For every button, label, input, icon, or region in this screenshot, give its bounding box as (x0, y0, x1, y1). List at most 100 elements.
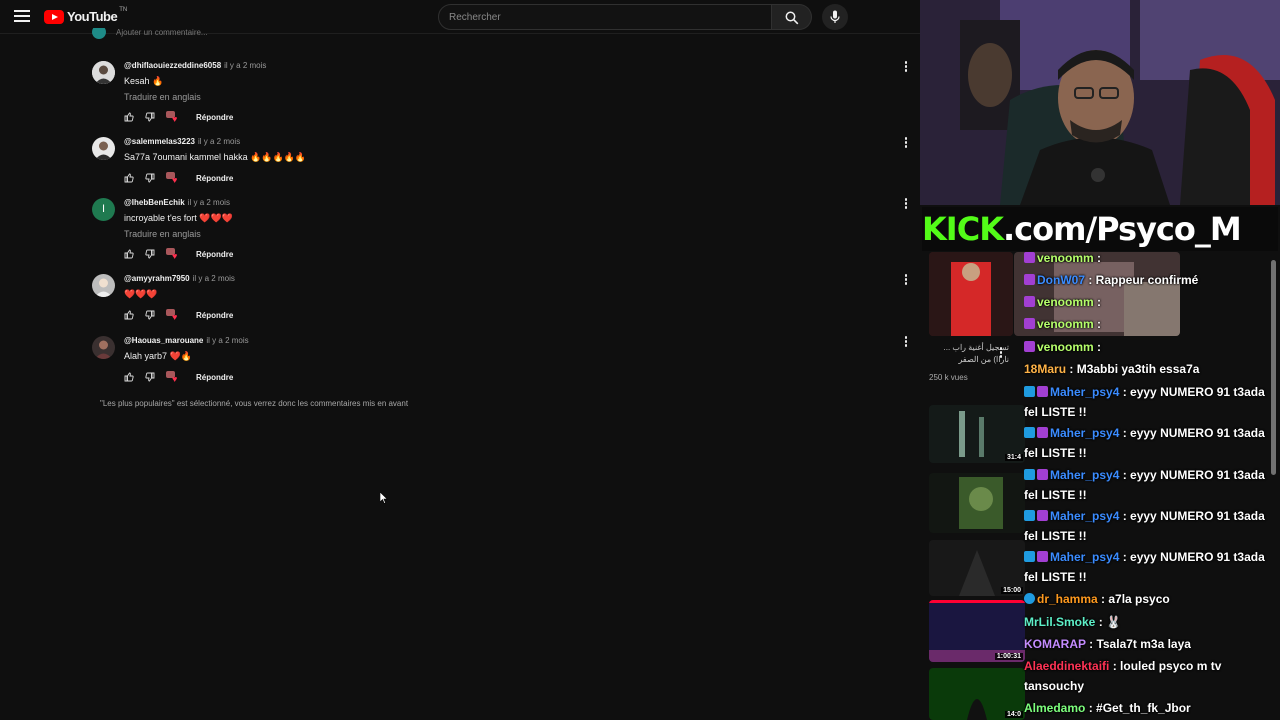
mouse-cursor-icon (380, 492, 388, 504)
add-comment-row[interactable]: Ajouter un commentaire... (92, 28, 912, 40)
video-thumbnail[interactable]: 1:00:31 (929, 600, 1025, 662)
video-duration: 14:0 (1004, 711, 1023, 718)
chat-message: venoomm : (1024, 248, 1274, 268)
voice-search-button[interactable] (822, 4, 848, 30)
thumbs-down-icon[interactable] (145, 249, 155, 259)
chat-message: Maher_psy4 : eyyy NUMERO 91 t3ada fel LI… (1024, 509, 1265, 543)
thumbs-up-icon[interactable] (124, 112, 134, 122)
chat-username[interactable]: Alaeddinektaifi (1024, 659, 1109, 673)
comment-text: Kesah 🔥 (124, 76, 164, 86)
comment-author[interactable]: @IhebBenEchik (124, 198, 185, 207)
avatar[interactable] (92, 137, 115, 160)
kick-logo-text: KICK (922, 210, 1004, 248)
chat-username[interactable]: venoomm (1037, 251, 1094, 265)
chat-username[interactable]: MrLil.Smoke (1024, 615, 1095, 629)
comment-actions: ♥ Répondre (124, 371, 233, 384)
comment-author[interactable]: @dhiflaouiezzeddine6058 (124, 61, 221, 70)
chat-message: 18Maru : M3abbi ya3tih essa7a (1024, 362, 1200, 376)
video-duration: 1:00:31 (994, 653, 1023, 660)
reply-button[interactable]: Répondre (196, 250, 233, 259)
thumbs-up-icon[interactable] (124, 372, 134, 382)
page-scrollbar[interactable] (1271, 260, 1276, 475)
video-thumbnail[interactable] (929, 473, 1025, 533)
comment-author[interactable]: @Haouas_marouane (124, 336, 203, 345)
more-options-icon[interactable] (904, 198, 908, 210)
translate-link[interactable]: Traduire en anglais (124, 229, 884, 239)
reply-button[interactable]: Répondre (196, 373, 233, 382)
video-thumbnail[interactable]: 15:00 (929, 540, 1025, 596)
comment-text: Alah yarb7 ❤️🔥 (124, 351, 192, 361)
avatar[interactable]: I (92, 198, 115, 221)
logo-text: YouTube (67, 9, 118, 24)
webcam-feed (920, 0, 1280, 205)
video-views: 250 k vues (929, 373, 968, 382)
translate-link[interactable]: Traduire en anglais (124, 92, 884, 102)
chat-username[interactable]: venoomm (1037, 340, 1094, 354)
video-duration: 15:00 (1001, 587, 1023, 594)
chat-username[interactable]: Almedamo (1024, 701, 1085, 715)
video-thumbnail[interactable] (929, 252, 1013, 336)
comment-time[interactable]: il y a 2 mois (188, 198, 230, 207)
hamburger-menu-icon[interactable] (14, 10, 30, 24)
comment-author[interactable]: @salemmelas3223 (124, 137, 195, 146)
thumbs-up-icon[interactable] (124, 310, 134, 320)
thumbs-down-icon[interactable] (145, 310, 155, 320)
sort-notice: "Les plus populaires" est sélectionné, v… (100, 399, 409, 408)
youtube-logo[interactable]: YouTube TN (44, 7, 127, 24)
chat-username[interactable]: Maher_psy4 (1050, 385, 1119, 399)
chat-message: Almedamo : #Get_th_fk_Jbor (1024, 701, 1191, 715)
reply-button[interactable]: Répondre (196, 174, 233, 183)
chat-username[interactable]: Maher_psy4 (1050, 426, 1119, 440)
thumbs-up-icon[interactable] (124, 249, 134, 259)
chat-message: dr_hamma : a7la psyco (1024, 589, 1274, 609)
chat-message: venoomm : (1024, 292, 1274, 312)
comment-author[interactable]: @amyyrahm7950 (124, 274, 190, 283)
video-thumbnail[interactable]: 31:4 (929, 405, 1025, 463)
search-input[interactable] (439, 5, 771, 29)
avatar[interactable] (92, 61, 115, 84)
search-box (438, 4, 772, 30)
chat-message: KOMARAP : Tsala7t m3a laya (1024, 637, 1191, 651)
thumbs-down-icon[interactable] (145, 372, 155, 382)
kick-channel-banner: KICK.com/Psyco_M (922, 207, 1278, 251)
add-comment-placeholder: Ajouter un commentaire... (116, 28, 208, 37)
thumbs-down-icon[interactable] (145, 112, 155, 122)
chat-message: venoomm : (1024, 337, 1274, 357)
more-options-icon[interactable] (999, 347, 1003, 359)
chat-username[interactable]: Maher_psy4 (1050, 550, 1119, 564)
reply-button[interactable]: Répondre (196, 113, 233, 122)
video-title[interactable]: تسجيل أغنية راب ... ناراا) من الصفر (929, 342, 1009, 366)
chat-message: Maher_psy4 : eyyy NUMERO 91 t3ada fel LI… (1024, 550, 1265, 584)
chat-username[interactable]: dr_hamma (1037, 592, 1098, 606)
comment-time[interactable]: il y a 2 mois (198, 137, 240, 146)
chat-message: Maher_psy4 : eyyy NUMERO 91 t3ada fel LI… (1024, 385, 1265, 419)
chat-username[interactable]: Maher_psy4 (1050, 468, 1119, 482)
comment-time[interactable]: il y a 2 mois (206, 336, 248, 345)
stream-overlay: KICK.com/Psyco_M تسجيل أغنية راب ... نار… (920, 0, 1280, 720)
video-thumbnail[interactable]: 14:0 (929, 668, 1025, 720)
chat-username[interactable]: Maher_psy4 (1050, 509, 1119, 523)
chat-username[interactable]: DonW07 (1037, 273, 1085, 287)
chat-username[interactable]: 18Maru (1024, 362, 1066, 376)
chat-message: venoomm : (1024, 314, 1274, 334)
reply-button[interactable]: Répondre (196, 311, 233, 320)
more-options-icon[interactable] (904, 336, 908, 348)
search-button[interactable] (772, 4, 812, 30)
more-options-icon[interactable] (904, 274, 908, 286)
chat-message: Alaeddinektaifi : louled psyco m tv tans… (1024, 659, 1222, 693)
search-icon (785, 11, 799, 25)
thumbs-down-icon[interactable] (145, 173, 155, 183)
avatar[interactable] (92, 336, 115, 359)
avatar-initial: I (101, 203, 106, 215)
creator-heart-icon: ♥ (166, 248, 180, 261)
thumbs-up-icon[interactable] (124, 173, 134, 183)
chat-username[interactable]: venoomm (1037, 317, 1094, 331)
chat-username[interactable]: venoomm (1037, 295, 1094, 309)
avatar[interactable] (92, 274, 115, 297)
comment-time[interactable]: il y a 2 mois (224, 61, 266, 70)
creator-heart-icon: ♥ (166, 111, 180, 124)
more-options-icon[interactable] (904, 137, 908, 149)
comment-time[interactable]: il y a 2 mois (193, 274, 235, 283)
chat-username[interactable]: KOMARAP (1024, 637, 1086, 651)
more-options-icon[interactable] (904, 61, 908, 73)
